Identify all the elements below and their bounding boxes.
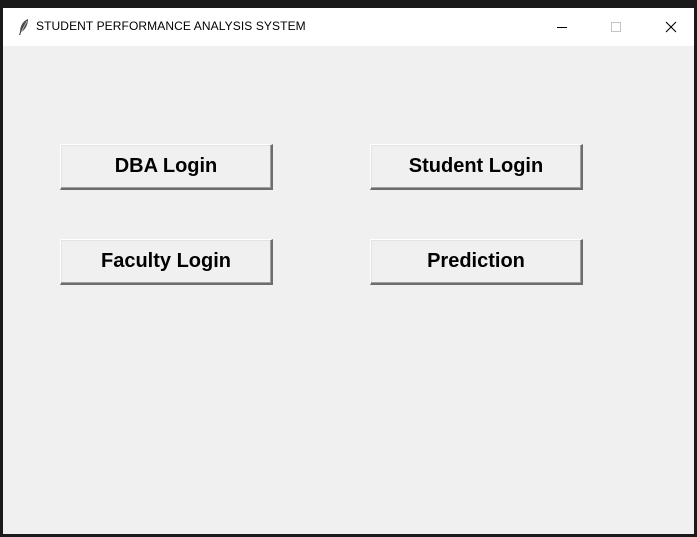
window-title: STUDENT PERFORMANCE ANALYSIS SYSTEM	[36, 19, 306, 33]
app-window: STUDENT PERFORMANCE ANALYSIS SYSTEM DBA …	[0, 0, 697, 537]
main-panel: DBA Login Student Login Faculty Login Pr…	[3, 46, 694, 534]
title-bar[interactable]: STUDENT PERFORMANCE ANALYSIS SYSTEM	[3, 8, 694, 46]
close-icon	[665, 21, 677, 33]
maximize-button[interactable]	[593, 8, 639, 46]
minimize-icon	[557, 27, 567, 28]
minimize-button[interactable]	[539, 8, 585, 46]
student-login-button[interactable]: Student Login	[370, 144, 583, 190]
close-button[interactable]	[648, 8, 694, 46]
dba-login-button[interactable]: DBA Login	[60, 144, 273, 190]
feather-icon	[17, 18, 31, 36]
maximize-icon	[611, 22, 621, 32]
faculty-login-button[interactable]: Faculty Login	[60, 239, 273, 285]
prediction-button[interactable]: Prediction	[370, 239, 583, 285]
